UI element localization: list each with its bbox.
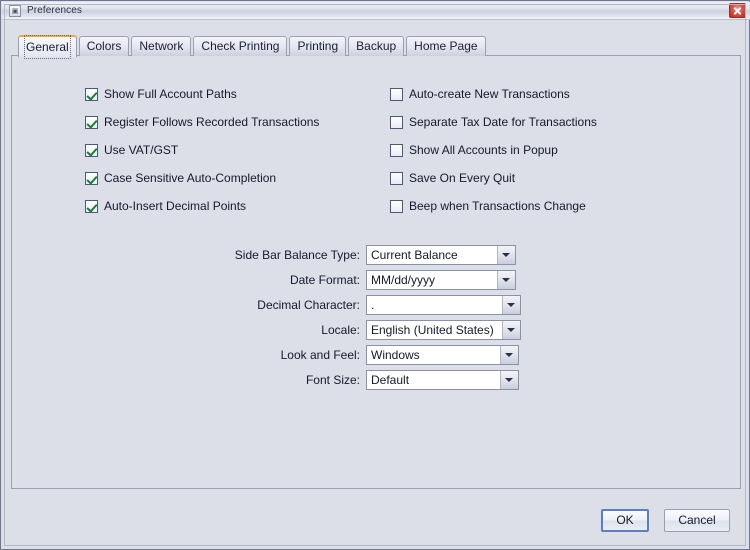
dropdown-row: Locale: English (United States): [208, 320, 521, 340]
dropdown-date-format[interactable]: MM/dd/yyyy: [366, 270, 516, 290]
tab-colors[interactable]: Colors: [78, 36, 130, 56]
tab-label: Check Printing: [201, 39, 280, 53]
dropdown-value: MM/dd/yyyy: [371, 273, 436, 287]
preferences-window: ▣ Preferences General Colors Network Check …: [0, 0, 750, 550]
checkbox-checked-icon[interactable]: [85, 171, 98, 185]
checkbox-label: Auto-create New Transactions: [409, 87, 570, 101]
checkbox-row[interactable]: Save On Every Quit: [390, 171, 515, 185]
dropdown-label: Date Format:: [289, 273, 360, 287]
tab-label: Colors: [86, 39, 122, 53]
cancel-button[interactable]: Cancel: [664, 509, 730, 532]
chevron-down-icon[interactable]: [502, 321, 520, 339]
dropdown-font-size[interactable]: Default: [366, 370, 519, 390]
dropdown-label: Decimal Character:: [257, 298, 360, 312]
checkbox-label: Use VAT/GST: [104, 143, 179, 157]
tab-label: Network: [139, 39, 184, 53]
chevron-down-icon[interactable]: [502, 296, 520, 314]
checkbox-label: Case Sensitive Auto-Completion: [104, 171, 277, 185]
checkbox-checked-icon[interactable]: [85, 199, 98, 213]
dropdown-row: Decimal Character:.: [208, 295, 521, 315]
checkbox-row[interactable]: Show Full Account Paths: [85, 87, 237, 101]
tab-printing[interactable]: Printing: [289, 36, 347, 56]
tab-network[interactable]: Network: [131, 36, 192, 56]
chevron-down-icon[interactable]: [497, 246, 515, 264]
tab-label: General: [24, 35, 71, 59]
checkbox-row[interactable]: Use VAT/GST: [85, 143, 178, 157]
dropdown-row: Date Format: MM/dd/yyyy: [208, 270, 516, 290]
close-icon[interactable]: [729, 3, 746, 18]
checkbox-unchecked-icon[interactable]: [390, 171, 403, 185]
checkbox-row[interactable]: Auto-create New Transactions: [390, 87, 570, 101]
dropdown-value: .: [371, 298, 375, 312]
tab-label: Printing: [297, 39, 339, 53]
tab-home-page[interactable]: Home Page: [406, 36, 486, 56]
dropdown-row: Look and Feel: Windows: [208, 345, 519, 365]
dropdown-label: Font Size:: [305, 373, 360, 387]
checkbox-row[interactable]: Auto-Insert Decimal Points: [85, 199, 246, 213]
checkbox-row[interactable]: Beep when Transactions Change: [390, 199, 586, 213]
dropdown-look-and-feel[interactable]: Windows: [366, 345, 519, 365]
dropdown-value: Default: [371, 373, 410, 387]
checkbox-label: Show All Accounts in Popup: [409, 143, 558, 157]
checkbox-unchecked-icon[interactable]: [390, 87, 403, 101]
checkbox-label: Separate Tax Date for Transactions: [409, 115, 597, 129]
checkbox-unchecked-icon[interactable]: [390, 115, 403, 129]
checkbox-label: Show Full Account Paths: [104, 87, 237, 101]
tab-backup[interactable]: Backup: [348, 36, 405, 56]
dropdown-label: Locale:: [321, 323, 360, 337]
checkbox-checked-icon[interactable]: [85, 115, 98, 129]
dropdown-value: Windows: [371, 348, 420, 362]
checkbox-row[interactable]: Case Sensitive Auto-Completion: [85, 171, 276, 185]
checkbox-row[interactable]: Show All Accounts in Popup: [390, 143, 558, 157]
dropdown-row: Side Bar Balance Type: Current Balance: [208, 245, 516, 265]
chevron-down-icon[interactable]: [500, 371, 518, 389]
tab-check-printing[interactable]: Check Printing: [193, 36, 288, 56]
dropdown-decimal-character[interactable]: .: [366, 295, 521, 315]
checkbox-label: Save On Every Quit: [409, 171, 516, 185]
dropdown-label: Look and Feel:: [280, 348, 360, 362]
checkbox-row[interactable]: Register Follows Recorded Transactions: [85, 115, 319, 129]
tab-strip: General Colors Network Check Printing Printi…: [18, 34, 488, 59]
checkbox-checked-icon[interactable]: [85, 143, 98, 157]
window-title: Preferences: [27, 5, 83, 16]
chevron-down-icon[interactable]: [497, 271, 515, 289]
checkbox-unchecked-icon[interactable]: [390, 199, 403, 213]
checkbox-label: Auto-Insert Decimal Points: [104, 199, 247, 213]
chevron-down-icon[interactable]: [500, 346, 518, 364]
dropdown-locale[interactable]: English (United States): [366, 320, 521, 340]
tab-general[interactable]: General: [18, 35, 77, 59]
dropdown-label: Side Bar Balance Type:: [234, 248, 360, 262]
checkbox-label: Register Follows Recorded Transactions: [104, 115, 320, 129]
checkbox-row[interactable]: Separate Tax Date for Transactions: [390, 115, 597, 129]
dropdown-row: Font Size: Default: [208, 370, 519, 390]
app-icon: ▣: [9, 5, 21, 17]
dropdown-value: Current Balance: [371, 248, 458, 262]
checkbox-checked-icon[interactable]: [85, 87, 98, 101]
ok-button[interactable]: OK: [601, 509, 649, 532]
tab-label: Backup: [356, 39, 397, 53]
title-bar: ▣ Preferences: [2, 2, 750, 20]
dropdown-value: English (United States): [371, 323, 494, 337]
checkbox-unchecked-icon[interactable]: [390, 143, 403, 157]
dropdown-side-bar-balance-type[interactable]: Current Balance: [366, 245, 516, 265]
checkbox-label: Beep when Transactions Change: [409, 199, 586, 213]
tab-label: Home Page: [414, 39, 478, 53]
tab-panel-general: Show Full Account Paths Register Follows …: [11, 55, 741, 489]
